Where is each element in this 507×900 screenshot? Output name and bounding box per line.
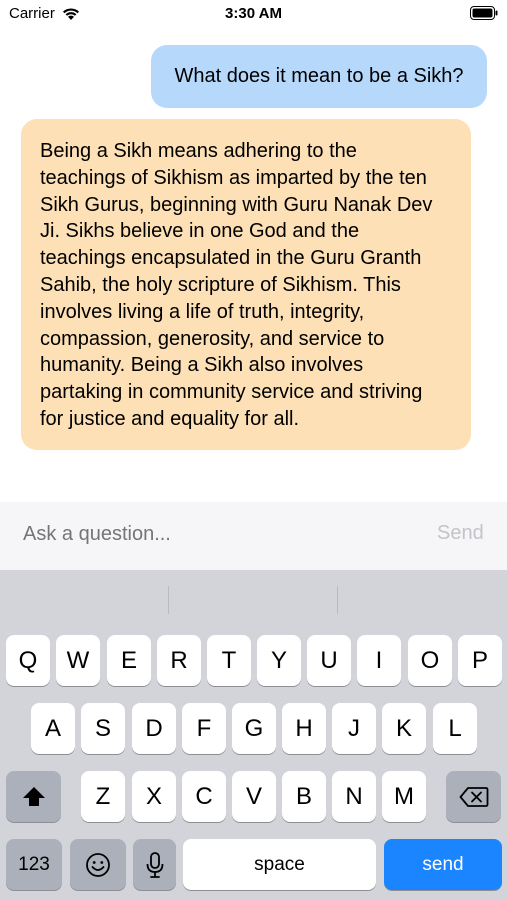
microphone-icon [146,851,163,878]
key-b[interactable]: B [282,771,326,822]
key-n[interactable]: N [332,771,376,822]
status-bar: Carrier 3:30 AM [0,0,507,30]
key-y[interactable]: Y [257,635,301,686]
key-j[interactable]: J [332,703,376,754]
send-key[interactable]: send [384,839,502,890]
key-h[interactable]: H [282,703,326,754]
key-f[interactable]: F [182,703,226,754]
key-t[interactable]: T [207,635,251,686]
key-q[interactable]: Q [6,635,50,686]
assistant-message-bubble: Being a Sikh means adhering to the teach… [21,119,471,450]
key-c[interactable]: C [182,771,226,822]
assistant-message-line: involves living a life of truth, integri… [40,300,365,323]
key-x[interactable]: X [132,771,176,822]
question-input[interactable] [21,522,425,547]
status-time: 3:30 AM [225,5,282,22]
key-s[interactable]: S [81,703,125,754]
key-z[interactable]: Z [81,771,125,822]
battery-icon [470,6,498,20]
assistant-message-line: for justice and equality for all. [40,407,300,430]
backspace-icon [459,786,488,807]
assistant-message-line: teachings of Sikhism as imparted by the … [40,166,427,189]
shift-icon [22,786,45,806]
key-w[interactable]: W [56,635,100,686]
key-g[interactable]: G [232,703,276,754]
send-button[interactable]: Send [437,522,484,545]
assistant-message-line: Sahib, the holy scripture of Sikhism. Th… [40,273,401,296]
predictive-bar-divider [337,586,338,614]
space-key[interactable]: space [183,839,376,890]
key-r[interactable]: R [157,635,201,686]
key-m[interactable]: M [382,771,426,822]
key-o[interactable]: O [408,635,452,686]
user-message-text: What does it mean to be a Sikh? [174,65,464,87]
emoji-key[interactable] [70,839,126,890]
assistant-message-line: partaking in community service and striv… [40,381,423,404]
delete-key[interactable] [446,771,501,822]
key-p[interactable]: P [458,635,502,686]
key-l[interactable]: L [433,703,477,754]
assistant-message-line: Being a Sikh means adhering to the [40,140,357,162]
emoji-icon [86,852,110,877]
assistant-message-line: teachings encapsulated in the Guru Grant… [40,247,422,270]
key-a[interactable]: A [31,703,75,754]
assistant-message-line: Ji. Sikhs believe in one God and the [40,220,360,243]
key-v[interactable]: V [232,771,276,822]
dictation-key[interactable] [133,839,176,890]
key-e[interactable]: E [107,635,151,686]
assistant-message-line: compassion, generosity, and service to [40,327,385,350]
shift-key[interactable] [6,771,61,822]
key-k[interactable]: K [382,703,426,754]
key-u[interactable]: U [307,635,351,686]
key-d[interactable]: D [132,703,176,754]
predictive-bar-divider [168,586,169,614]
user-message-bubble: What does it mean to be a Sikh? [151,45,487,108]
numbers-key[interactable]: 123 [6,839,62,890]
key-i[interactable]: I [357,635,401,686]
assistant-message-line: Sikh Gurus, beginning with Guru Nanak De… [40,193,433,216]
assistant-message-line: humanity. Being a Sikh also involves [40,354,364,377]
